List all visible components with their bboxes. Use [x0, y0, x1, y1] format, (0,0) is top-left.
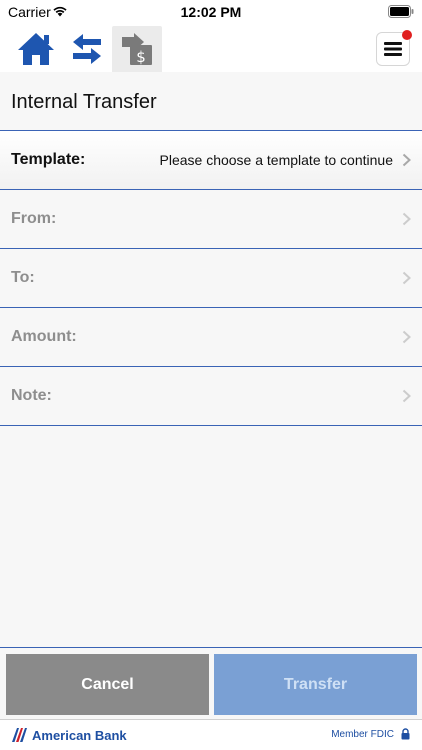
page-title: Internal Transfer [11, 91, 157, 113]
from-label: From: [11, 210, 57, 227]
lock-icon [401, 728, 410, 740]
menu-button[interactable] [376, 30, 412, 66]
chevron-right-icon [402, 389, 411, 403]
battery-icon [388, 5, 414, 18]
internal-transfer-button[interactable]: $ [112, 26, 162, 72]
chevron-right-icon [402, 153, 411, 167]
status-time: 12:02 PM [180, 4, 242, 20]
template-value: Please choose a template to continue [159, 152, 394, 168]
toolbar: $ [0, 24, 422, 72]
chevron-right-icon [402, 212, 411, 226]
chevron-right-icon [402, 271, 411, 285]
from-row[interactable]: From: [0, 190, 422, 249]
action-bar: Cancel Transfer [0, 647, 422, 719]
fdic-label: Member FDIC [331, 729, 394, 740]
to-label: To: [11, 269, 35, 286]
transfer-button[interactable]: Transfer [214, 654, 417, 715]
transfers-button[interactable] [64, 26, 110, 72]
note-label: Note: [11, 387, 52, 404]
cancel-button[interactable]: Cancel [6, 654, 209, 715]
transfers-icon [73, 34, 101, 64]
transfer-form: Template: Please choose a template to co… [0, 131, 422, 426]
notification-dot [402, 30, 412, 40]
home-icon [18, 33, 54, 65]
menu-icon [384, 42, 402, 56]
brand-name: American Bank [32, 728, 127, 743]
svg-text:$: $ [136, 48, 146, 66]
to-row[interactable]: To: [0, 249, 422, 308]
american-bank-logo-icon [12, 728, 27, 742]
home-button[interactable] [12, 26, 60, 72]
footer: American Bank Member FDIC [0, 719, 422, 750]
status-bar: Carrier 12:02 PM [0, 0, 422, 24]
chevron-right-icon [402, 330, 411, 344]
amount-row[interactable]: Amount: [0, 308, 422, 367]
template-row[interactable]: Template: Please choose a template to co… [0, 131, 422, 190]
note-row[interactable]: Note: [0, 367, 422, 426]
amount-label: Amount: [11, 328, 77, 345]
internal-transfer-icon: $ [122, 33, 152, 66]
title-area: Internal Transfer [0, 72, 422, 131]
template-label: Template: [11, 151, 86, 168]
